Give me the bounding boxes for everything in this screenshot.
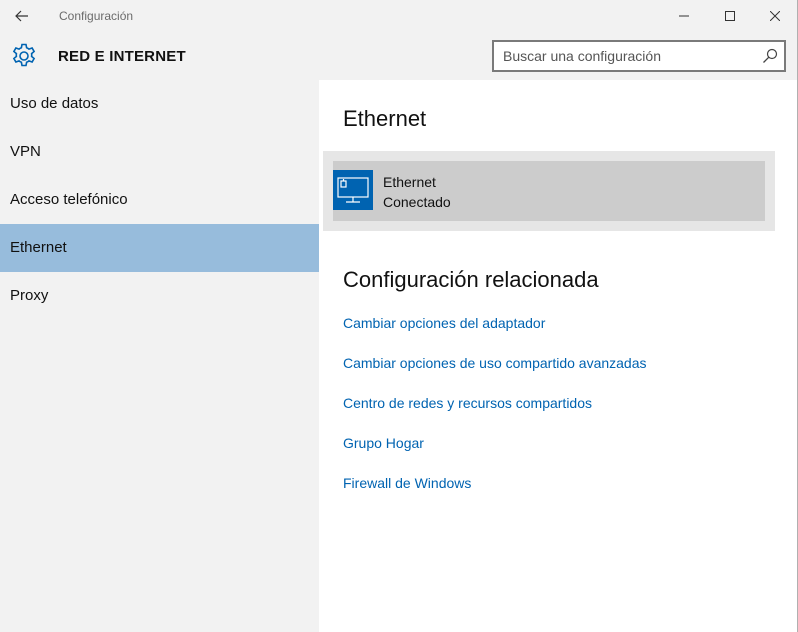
maximize-icon: [725, 11, 735, 21]
sidebar-item-uso-de-datos[interactable]: Uso de datos: [0, 80, 319, 128]
minimize-icon: [679, 15, 689, 17]
link-windows-firewall[interactable]: Firewall de Windows: [343, 475, 471, 491]
sidebar-item-acceso-telefonico[interactable]: Acceso telefónico: [0, 176, 319, 224]
ethernet-monitor-icon: [333, 170, 373, 210]
search-placeholder: Buscar una configuración: [503, 48, 661, 64]
settings-window: Configuración RED E INTERNET Buscar una …: [0, 0, 798, 632]
window-title: Configuración: [59, 9, 134, 23]
title-bar: Configuración: [0, 0, 797, 32]
connection-name: Ethernet: [383, 174, 436, 190]
settings-header: RED E INTERNET Buscar una configuración: [0, 32, 797, 80]
link-advanced-sharing-options[interactable]: Cambiar opciones de uso compartido avanz…: [343, 355, 647, 371]
sidebar-item-vpn[interactable]: VPN: [0, 128, 319, 176]
back-button[interactable]: [8, 4, 36, 28]
ethernet-connection-card[interactable]: [333, 161, 765, 221]
link-change-adapter-options[interactable]: Cambiar opciones del adaptador: [343, 315, 545, 331]
main-content: Ethernet Ethernet Conectado Configuració…: [319, 80, 797, 632]
maximize-button[interactable]: [707, 0, 753, 32]
page-title: Ethernet: [343, 106, 427, 131]
minimize-button[interactable]: [661, 0, 707, 32]
monitor-icon: [337, 177, 369, 203]
back-arrow-icon: [15, 10, 28, 22]
sidebar: Uso de datos VPN Acceso telefónico Ether…: [0, 80, 319, 632]
related-settings-heading: Configuración relacionada: [343, 267, 599, 292]
sidebar-item-ethernet[interactable]: Ethernet: [0, 224, 319, 272]
gear-icon: [12, 43, 36, 67]
search-icon[interactable]: [762, 48, 778, 64]
sidebar-item-proxy[interactable]: Proxy: [0, 272, 319, 320]
close-button[interactable]: [752, 0, 798, 32]
link-homegroup[interactable]: Grupo Hogar: [343, 435, 424, 451]
section-title: RED E INTERNET: [58, 48, 186, 65]
connection-status: Conectado: [383, 194, 451, 210]
close-icon: [770, 11, 780, 21]
link-network-sharing-center[interactable]: Centro de redes y recursos compartidos: [343, 395, 592, 411]
search-input[interactable]: Buscar una configuración: [492, 40, 786, 72]
